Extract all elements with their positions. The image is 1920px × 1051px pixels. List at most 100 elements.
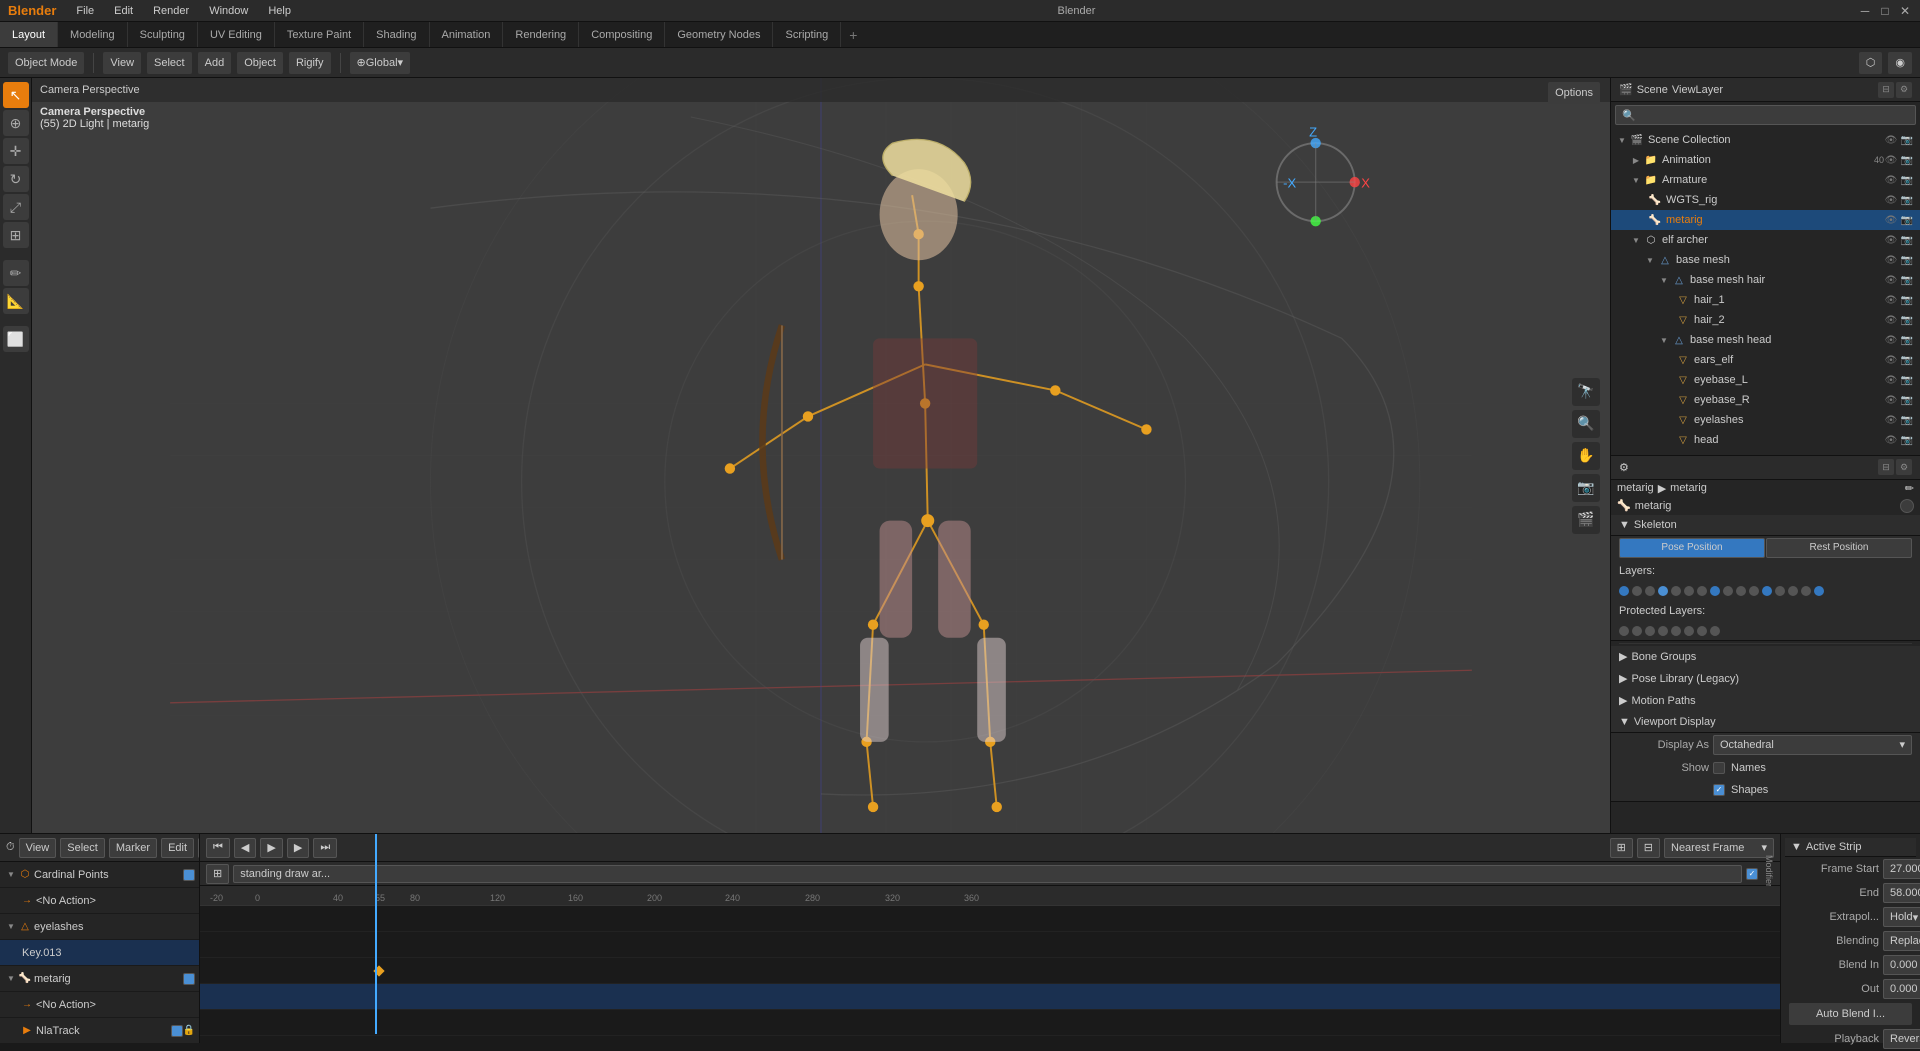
outliner-item-hair-2[interactable]: ▽ hair_2 👁 📷 [1611,310,1920,330]
layer-dot-3[interactable] [1645,586,1655,596]
menu-help[interactable]: Help [264,3,295,19]
blend-in-value[interactable]: 0.000 [1883,955,1920,975]
rigify-btn[interactable]: Rigify [289,52,331,74]
show-names-check[interactable] [1713,762,1725,774]
transform-global-btn[interactable]: ⊕ Global ▾ [350,52,411,74]
track-no-action-1[interactable]: → <No Action> [0,888,199,914]
tab-geometry-nodes[interactable]: Geometry Nodes [665,22,773,47]
outliner-item-base-mesh-hair[interactable]: ▼ △ base mesh hair 👁 📷 [1611,270,1920,290]
nearest-frame-dropdown[interactable]: Nearest Frame ▾ [1664,838,1774,858]
outliner-item-hair-1[interactable]: ▽ hair_1 👁 📷 [1611,290,1920,310]
eye-icon[interactable]: 👁 [1884,395,1898,406]
measure-tool[interactable]: 📐 [3,288,29,314]
outliner-item-metarig[interactable]: 🦴 metarig 👁 📷 [1611,210,1920,230]
layer-dot-15[interactable] [1801,586,1811,596]
layer-dot-4[interactable] [1658,586,1668,596]
props-filter-icon[interactable]: ⊟ [1878,459,1894,475]
track-eyelashes[interactable]: ▼ △ eyelashes [0,914,199,940]
zoom-out-btn[interactable]: 🔍 [1572,410,1600,438]
render-icon[interactable]: 📷 [1900,295,1914,306]
render-icon[interactable]: 📷 [1900,155,1914,166]
outliner-item-base-mesh-head[interactable]: ▼ △ base mesh head 👁 📷 [1611,330,1920,350]
options-btn[interactable]: Options [1548,82,1600,104]
zoom-in-btn[interactable]: 🔭 [1572,378,1600,406]
tab-compositing[interactable]: Compositing [579,22,665,47]
menu-file[interactable]: File [72,3,98,19]
maximize-button[interactable]: □ [1878,4,1892,18]
out-value[interactable]: 0.000 [1883,979,1920,999]
track-key013[interactable]: Key.013 [0,940,199,966]
outliner-item-eyebase-r[interactable]: ▽ eyebase_R 👁 📷 [1611,390,1920,410]
eye-icon[interactable]: 👁 [1884,355,1898,366]
outliner-item-ears[interactable]: ▽ ears_elf 👁 📷 [1611,350,1920,370]
outliner-item-eyebase-l[interactable]: ▽ eyebase_L 👁 📷 [1611,370,1920,390]
add-cube-tool[interactable]: ⬜ [3,326,29,352]
nla-icon-btn[interactable]: ⊞ [1610,838,1633,858]
transform-tool[interactable]: ⊞ [3,222,29,248]
track-no-action-2[interactable]: → <No Action> [0,992,199,1018]
props-settings-icon[interactable]: ⚙ [1896,459,1912,475]
view-btn[interactable]: View [19,838,57,858]
tab-uv-editing[interactable]: UV Editing [198,22,275,47]
track-nla[interactable]: ▶ NlaTrack 🔒 [0,1018,199,1043]
protected-dot-8[interactable] [1710,626,1720,636]
eye-icon[interactable]: 👁 [1884,335,1898,346]
tab-texture-paint[interactable]: Texture Paint [275,22,364,47]
select-menu-btn[interactable]: Select [147,52,192,74]
render-icon[interactable]: 📷 [1900,395,1914,406]
layer-dot-2[interactable] [1632,586,1642,596]
frame-start-value[interactable]: 27.000 [1883,859,1920,879]
tab-shading[interactable]: Shading [364,22,429,47]
extrapolate-dropdown[interactable]: Hold ▾ [1883,907,1920,927]
motion-paths-row[interactable]: ▶ Motion Paths [1611,690,1920,712]
strip-toggle-btn[interactable]: ⊞ [206,864,229,884]
play-pause-btn[interactable]: ▶ [260,838,282,858]
move-tool[interactable]: ✛ [3,138,29,164]
view-menu-btn[interactable]: View [103,52,141,74]
track-metarig[interactable]: ▼ 🦴 metarig [0,966,199,992]
render-icon[interactable]: 📷 [1900,255,1914,266]
render-icon[interactable]: 📷 [1900,435,1914,446]
outliner-item-wgts-rig[interactable]: 🦴 WGTS_rig 👁 📷 [1611,190,1920,210]
tab-rendering[interactable]: Rendering [503,22,579,47]
select-tool[interactable]: ↖ [3,82,29,108]
eye-icon[interactable]: 👁 [1884,135,1898,146]
viewport-display-header[interactable]: ▼ Viewport Display [1611,712,1920,733]
skeleton-section-header[interactable]: ▼ Skeleton [1611,515,1920,536]
layer-dot-16[interactable] [1814,586,1824,596]
show-shapes-check[interactable] [1713,784,1725,796]
layer-dot-6[interactable] [1684,586,1694,596]
render-icon[interactable]: 📷 [1900,195,1914,206]
marker-btn[interactable]: Marker [109,838,157,858]
nla-lock-icon[interactable]: 🔒 [183,1025,195,1036]
outliner-settings-icon[interactable]: ⚙ [1896,82,1912,98]
render-icon[interactable]: 📷 [1900,415,1914,426]
outliner-item-scene-collection[interactable]: ▼ 🎬 Scene Collection 👁 📷 [1611,130,1920,150]
protected-dot-5[interactable] [1671,626,1681,636]
outliner-item-animation[interactable]: ▶ 📁 Animation 40 👁 📷 [1611,150,1920,170]
add-workspace-tab[interactable]: + [841,23,865,47]
next-frame-btn[interactable]: ▶ [287,838,309,858]
select-btn[interactable]: Select [60,838,105,858]
layer-dot-7[interactable] [1697,586,1707,596]
rotate-tool[interactable]: ↻ [3,166,29,192]
breadcrumb-edit-icon[interactable]: ✏ [1905,482,1914,495]
track-toggle-meta[interactable] [183,973,195,985]
cursor-tool[interactable]: ⊕ [3,110,29,136]
outliner-item-armature-collection[interactable]: ▼ 📁 Armature 👁 📷 [1611,170,1920,190]
render-icon[interactable]: 📷 [1900,275,1914,286]
eye-icon[interactable]: 👁 [1884,295,1898,306]
tab-scripting[interactable]: Scripting [773,22,841,47]
protected-dot-4[interactable] [1658,626,1668,636]
render-icon[interactable]: 📷 [1900,135,1914,146]
object-menu-btn[interactable]: Object [237,52,283,74]
eye-icon[interactable]: 👁 [1884,415,1898,426]
bone-groups-row[interactable]: ▶ Bone Groups [1611,646,1920,668]
render-icon[interactable]: 📷 [1900,335,1914,346]
eye-icon[interactable]: 👁 [1884,175,1898,186]
protected-dot-7[interactable] [1697,626,1707,636]
viewport-options-btn[interactable]: Options [1548,82,1600,104]
pose-position-btn[interactable]: Pose Position [1619,538,1765,558]
layer-dot-10[interactable] [1736,586,1746,596]
outliner-item-eyelashes[interactable]: ▽ eyelashes 👁 📷 [1611,410,1920,430]
